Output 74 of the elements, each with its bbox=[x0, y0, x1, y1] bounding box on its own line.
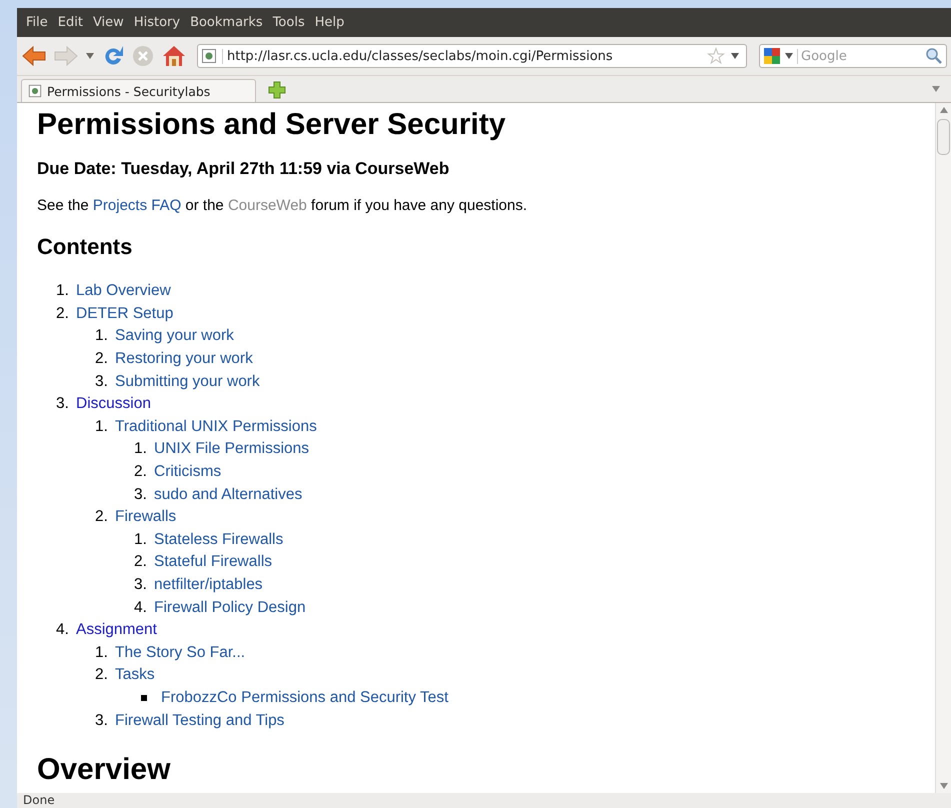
contents-link[interactable]: UNIX File Permissions bbox=[154, 440, 310, 458]
contents-heading: Contents bbox=[37, 234, 134, 260]
page-icon bbox=[28, 84, 42, 98]
bullet-icon bbox=[141, 694, 147, 701]
list-number: 3. bbox=[95, 372, 109, 391]
list-number: 2. bbox=[95, 666, 109, 684]
menu-item[interactable]: File bbox=[21, 15, 53, 30]
scroll-thumb[interactable] bbox=[937, 119, 950, 155]
home-icon[interactable] bbox=[161, 44, 187, 68]
list-number: 2. bbox=[56, 304, 70, 323]
contents-link[interactable]: Submitting your work bbox=[115, 372, 260, 391]
search-icon[interactable] bbox=[925, 47, 943, 65]
list-number: 1. bbox=[95, 644, 109, 662]
contents-link[interactable]: Firewall Testing and Tips bbox=[115, 712, 284, 730]
new-tab-icon[interactable] bbox=[268, 81, 286, 99]
page-icon bbox=[201, 48, 217, 64]
scroll-down-icon[interactable] bbox=[940, 783, 948, 789]
list-number: 2. bbox=[95, 350, 109, 368]
contents-link[interactable]: Lab Overview bbox=[76, 282, 171, 300]
menu-item[interactable]: Bookmarks bbox=[185, 15, 268, 30]
search-engine-icon[interactable] bbox=[763, 47, 781, 65]
contents-link[interactable]: Traditional UNIX Permissions bbox=[115, 418, 317, 436]
page-title: Permissions and Server Security bbox=[37, 107, 507, 143]
contents-link[interactable]: DETER Setup bbox=[76, 304, 174, 323]
contents-link[interactable]: Saving your work bbox=[115, 327, 234, 346]
scroll-up-icon[interactable] bbox=[940, 107, 948, 113]
contents-link[interactable]: sudo and Alternatives bbox=[154, 486, 302, 504]
back-arrow-icon[interactable] bbox=[21, 45, 47, 67]
dropdown-arrow-icon[interactable] bbox=[784, 52, 794, 60]
menu-item[interactable]: History bbox=[128, 15, 186, 30]
contents-link[interactable]: Firewall Policy Design bbox=[154, 598, 306, 617]
contents-link[interactable]: FrobozzCo Permissions and Security Test bbox=[161, 688, 448, 707]
browser-tab[interactable]: Permissions - Securitylabs bbox=[21, 79, 256, 102]
intro-paragraph: See the Projects FAQ or the CourseWeb forum if you have any questions. bbox=[37, 197, 528, 214]
contents-link[interactable]: Criticisms bbox=[154, 463, 222, 482]
contents-link[interactable]: Tasks bbox=[115, 666, 155, 684]
contents-link[interactable]: Assignment bbox=[76, 621, 157, 640]
search-placeholder: Google bbox=[797, 48, 922, 64]
section-heading: Overview bbox=[37, 752, 172, 788]
star-icon[interactable] bbox=[707, 47, 725, 65]
menu-item[interactable]: Tools bbox=[268, 15, 310, 30]
dropdown-arrow-icon[interactable] bbox=[730, 52, 740, 60]
due-date-heading: Due Date: Tuesday, April 27th 11:59 via CourseWeb bbox=[37, 159, 450, 179]
status-text: Done bbox=[23, 793, 55, 807]
contents-link[interactable]: Stateless Firewalls bbox=[154, 530, 284, 549]
stop-icon[interactable] bbox=[131, 44, 155, 68]
address-bar[interactable]: http://lasr.cs.ucla.edu/classes/seclabs/moin.cgi/Permissions bbox=[197, 44, 747, 68]
menu-item[interactable]: View bbox=[88, 15, 129, 30]
list-number: 2. bbox=[95, 508, 109, 526]
scrollbar[interactable] bbox=[935, 103, 951, 793]
contents-link[interactable]: Restoring your work bbox=[115, 350, 253, 368]
list-number: 1. bbox=[134, 530, 148, 549]
list-number: 1. bbox=[95, 418, 109, 436]
list-number: 3. bbox=[95, 712, 109, 730]
list-number: 4. bbox=[56, 621, 70, 640]
list-number: 2. bbox=[134, 553, 148, 572]
faq-link[interactable]: Projects FAQ bbox=[92, 197, 182, 214]
contents-link[interactable]: Stateful Firewalls bbox=[154, 553, 272, 572]
contents-link[interactable]: Discussion bbox=[76, 395, 151, 414]
list-number: 1. bbox=[95, 327, 109, 346]
contents-link[interactable]: netfilter/iptables bbox=[154, 576, 263, 594]
list-number: 1. bbox=[56, 282, 70, 300]
dropdown-arrow-icon[interactable] bbox=[85, 52, 95, 60]
list-number: 3. bbox=[134, 486, 148, 504]
list-number: 3. bbox=[56, 395, 70, 414]
contents-link[interactable]: Firewalls bbox=[115, 508, 176, 526]
menu-item[interactable]: Help bbox=[310, 15, 350, 30]
list-number: 3. bbox=[134, 576, 148, 594]
tab-list-arrow-icon[interactable] bbox=[931, 85, 941, 93]
list-number: 1. bbox=[134, 440, 148, 458]
list-number: 2. bbox=[134, 463, 148, 482]
menu-item[interactable]: Edit bbox=[52, 15, 88, 30]
contents-link[interactable]: The Story So Far... bbox=[115, 644, 246, 662]
list-number: 4. bbox=[134, 598, 148, 617]
